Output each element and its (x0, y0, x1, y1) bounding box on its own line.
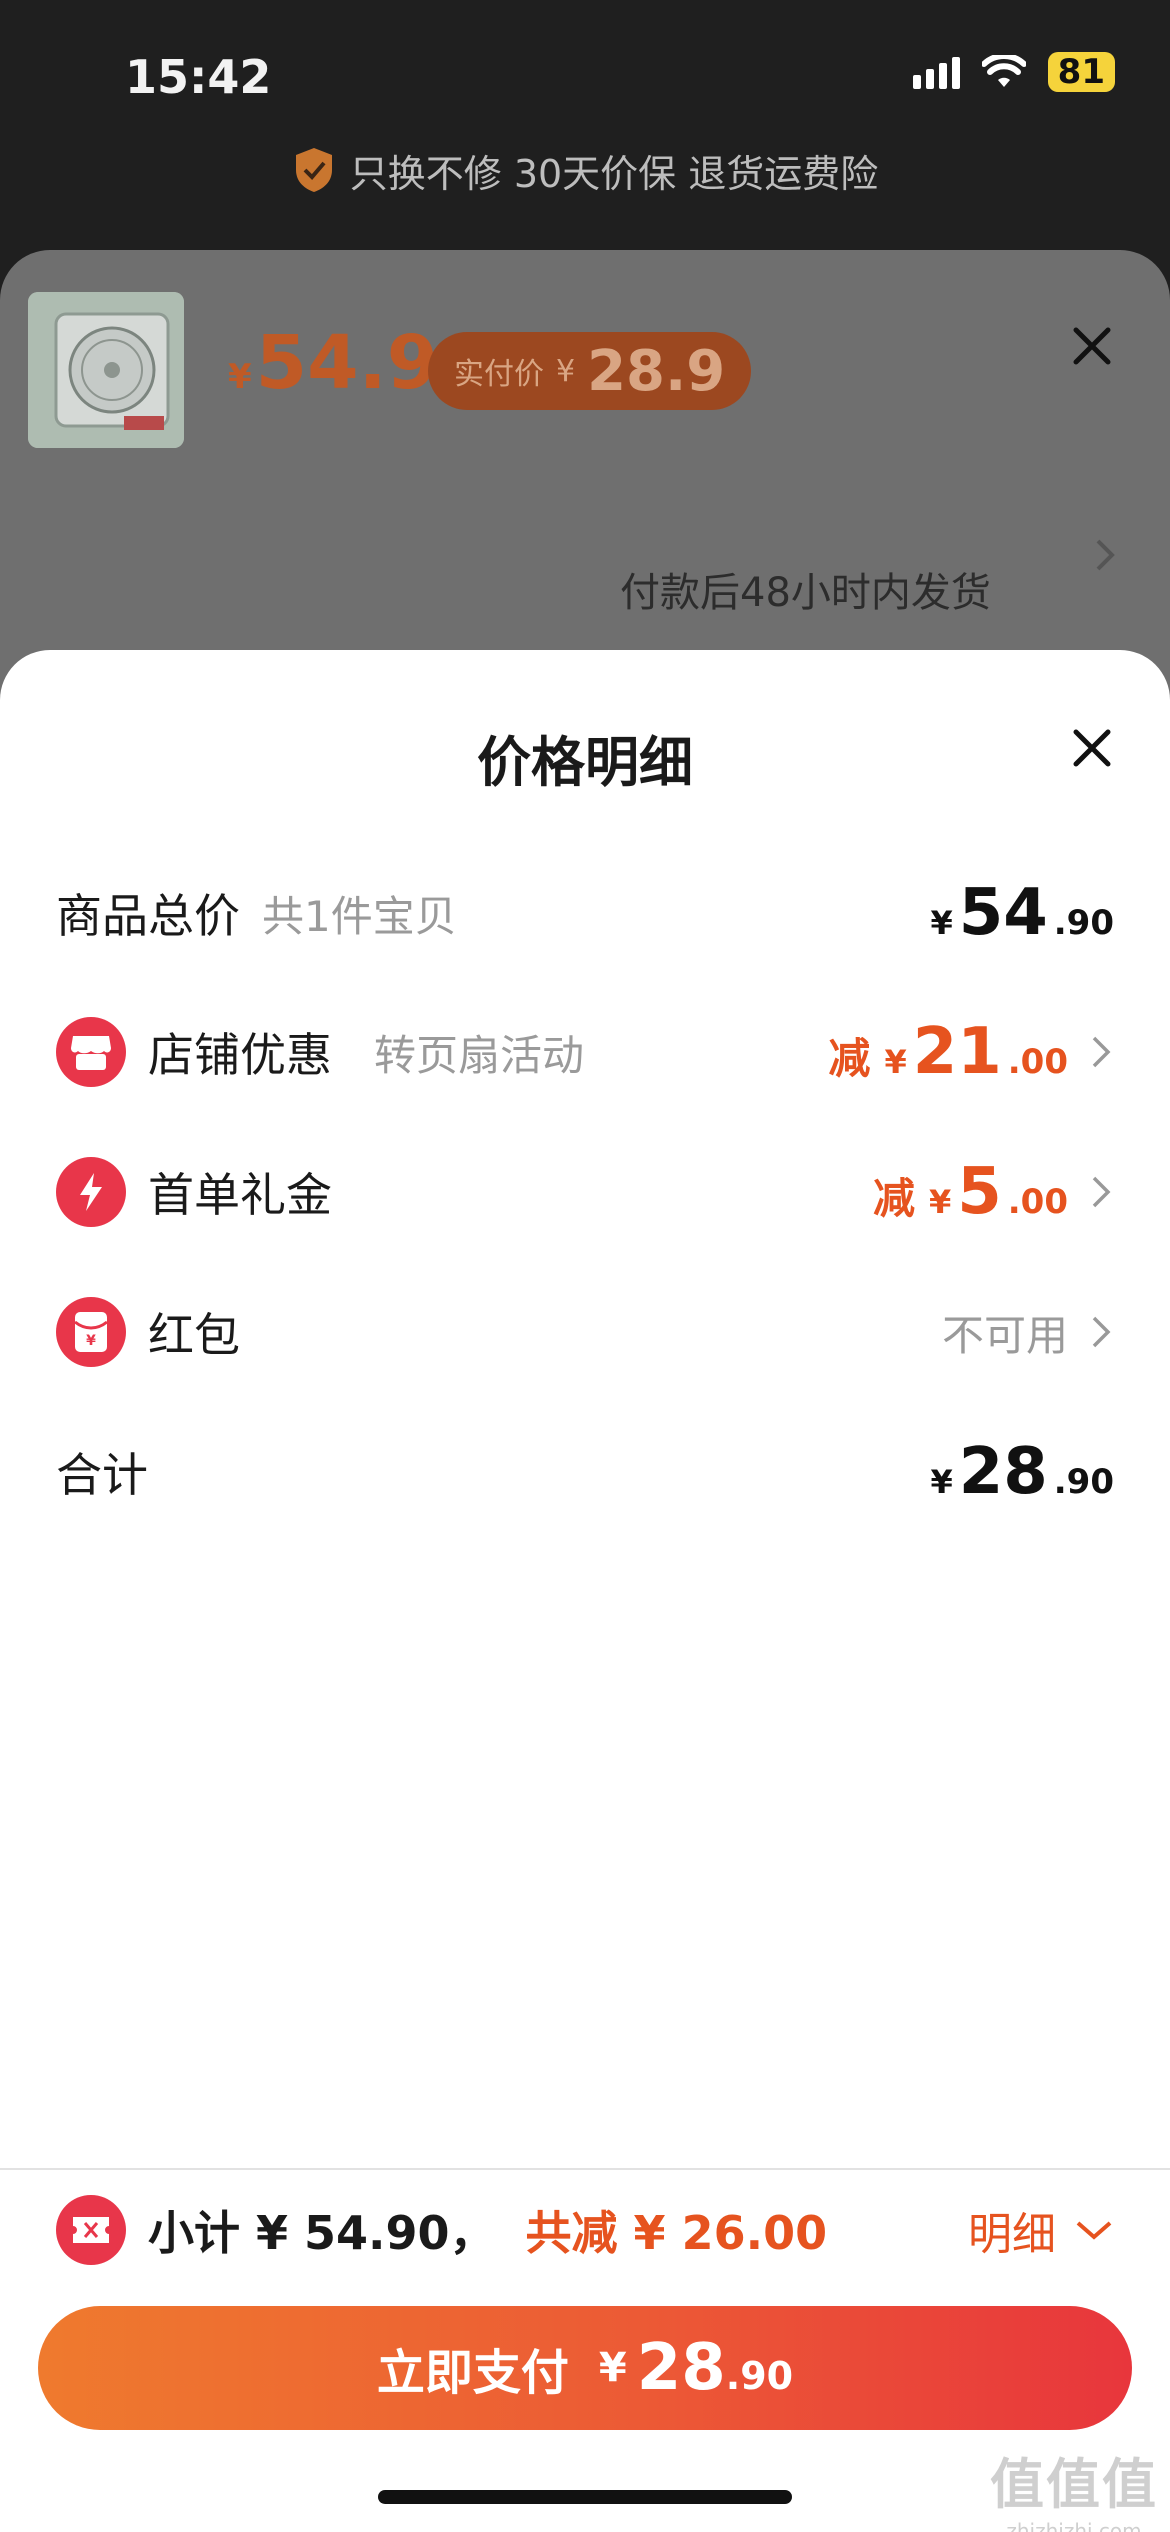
saved-text: 共减 ¥ 26.00 (525, 2206, 828, 2260)
home-indicator[interactable] (378, 2490, 792, 2504)
guarantee-bar: 只换不修 30天价保 退货运费险 (0, 140, 1170, 200)
row-sub: 共1件宝贝 (262, 891, 457, 941)
status-bar: 15:42 81 (0, 0, 1170, 150)
row-store-discount[interactable]: 店铺优惠 转页扇活动 减 ¥ 21.00 (56, 1012, 1114, 1092)
shop-icon (56, 1017, 126, 1087)
row-amount: 减 ¥ 21.00 (828, 1015, 1068, 1089)
order-summary-bar: 小计 ¥ 54.90， 共减 ¥ 26.00 明细 (56, 2190, 1114, 2270)
close-icon[interactable] (1066, 320, 1118, 372)
chevron-right-icon (1092, 1176, 1111, 1208)
sheet-title: 价格明细 (477, 731, 693, 794)
row-amount: 不可用 (942, 1302, 1068, 1363)
details-toggle[interactable]: 明细 (968, 2198, 1114, 2262)
pay-button-label: 立即支付 (376, 2345, 569, 2401)
chevron-right-icon (1092, 1316, 1111, 1348)
paid-price-label: 实付价 (454, 357, 544, 392)
chevron-right-icon (1092, 1036, 1111, 1068)
row-amount: ¥ 54.90 (930, 876, 1114, 950)
paid-price-badge: 实付价 ¥ 28.9 (428, 332, 752, 410)
battery-indicator: 81 (1047, 52, 1115, 92)
paid-price-value: 28.9 (587, 338, 726, 404)
product-sheet: ¥54.9 实付价 ¥ 28.9 付款后48小时内发货 (0, 250, 1170, 885)
original-price: ¥54.9 (228, 320, 439, 406)
row-amount: ¥ 28.90 (930, 1435, 1114, 1509)
status-time: 15:42 (125, 50, 272, 104)
svg-text:¥: ¥ (86, 1333, 96, 1349)
pay-now-button[interactable]: 立即支付 ¥ 28.90 (38, 2306, 1132, 2430)
fan-image (28, 292, 184, 448)
row-first-order-gift[interactable]: 首单礼金 减 ¥ 5.00 (56, 1152, 1114, 1232)
product-thumbnail[interactable] (28, 292, 184, 448)
row-label: 合计 (56, 1448, 148, 1502)
divider (0, 2168, 1170, 2170)
status-icons: 81 (912, 52, 1115, 92)
signal-icon (912, 55, 960, 89)
shipping-text: 付款后48小时内发货 (620, 570, 991, 616)
watermark: 值值值 zhizhizhi.com (990, 2453, 1158, 2532)
row-red-envelope[interactable]: ¥ 红包 不可用 (56, 1292, 1114, 1372)
lightning-icon (56, 1157, 126, 1227)
row-label: 商品总价 (56, 889, 240, 943)
row-label: 红包 (148, 1308, 240, 1362)
chevron-down-icon (1076, 2221, 1112, 2240)
unavailable-text: 不可用 (941, 1310, 1068, 1360)
wifi-icon (981, 55, 1026, 89)
close-icon[interactable] (1066, 722, 1118, 774)
row-total: 合计 ¥ 28.90 (56, 1432, 1114, 1512)
red-envelope-icon: ¥ (56, 1297, 126, 1367)
subtotal-text: 小计 ¥ 54.90， (148, 2206, 496, 2260)
row-sub: 转页扇活动 (374, 1030, 585, 1080)
guarantee-text: 只换不修 30天价保 退货运费险 (349, 151, 879, 196)
chevron-right-icon[interactable] (1090, 535, 1120, 575)
row-amount: 减 ¥ 5.00 (872, 1155, 1068, 1229)
row-label: 店铺优惠 (148, 1028, 332, 1082)
coupon-icon (56, 2195, 126, 2265)
row-label: 首单礼金 (148, 1168, 332, 1222)
row-goods-total: 商品总价 共1件宝贝 ¥ 54.90 (56, 873, 1114, 953)
shield-icon (295, 148, 332, 192)
